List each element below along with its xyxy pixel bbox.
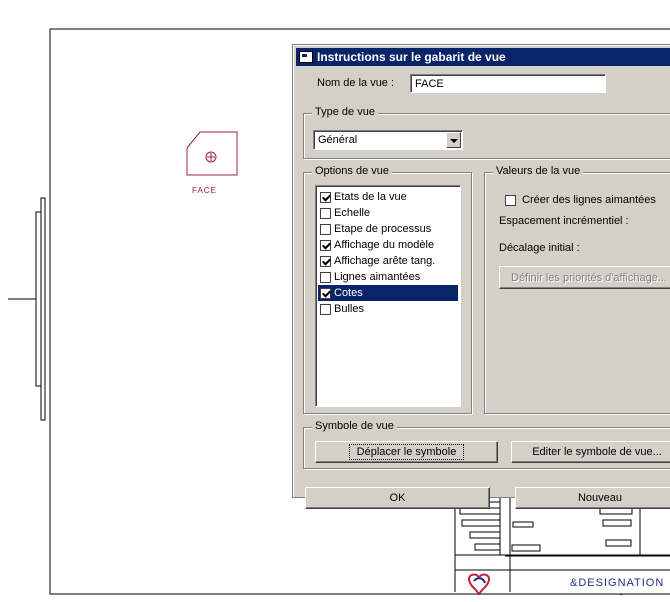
create-snap-lines-label: Créer des lignes aimantées bbox=[522, 194, 656, 206]
view-type-value: Général bbox=[318, 134, 358, 146]
checkbox-icon[interactable] bbox=[505, 194, 516, 206]
checkbox-icon[interactable] bbox=[320, 287, 331, 299]
view-values-group: Valeurs de la vue bbox=[484, 165, 670, 414]
view-name-label: Nom de la vue : bbox=[317, 77, 395, 89]
chevron-down-icon[interactable] bbox=[446, 132, 461, 148]
view-values-group-title: Valeurs de la vue bbox=[493, 165, 584, 177]
move-symbol-label: Déplacer le symbole bbox=[348, 444, 465, 460]
checkbox-icon[interactable] bbox=[320, 255, 331, 267]
option-affichage-du-modele[interactable]: Affichage du modèle bbox=[318, 237, 458, 253]
define-display-priorities-button[interactable]: Définir les priorités d'affichage... bbox=[499, 266, 670, 289]
initial-offset-label: Décalage initial : bbox=[499, 242, 580, 254]
checkbox-icon[interactable] bbox=[320, 239, 331, 251]
checkbox-icon[interactable] bbox=[320, 191, 331, 203]
checkbox-icon[interactable] bbox=[320, 303, 331, 315]
view-symbol[interactable]: FACE bbox=[186, 131, 238, 195]
view-options-list[interactable]: Etats de la vue Echelle Etape de process… bbox=[315, 185, 461, 407]
option-label: Lignes aimantées bbox=[334, 271, 421, 283]
checkbox-icon[interactable] bbox=[320, 271, 331, 283]
edit-view-symbol-label: Editer le symbole de vue... bbox=[532, 446, 662, 458]
new-label: Nouveau bbox=[577, 492, 623, 504]
option-label: Echelle bbox=[334, 207, 371, 219]
option-affichage-arete-tang[interactable]: Affichage arête tang. bbox=[318, 253, 458, 269]
designation-field: &DESIGNATION bbox=[570, 577, 665, 589]
view-options-group-title: Options de vue bbox=[312, 165, 392, 177]
option-label: Cotes bbox=[334, 287, 363, 299]
option-label: Bulles bbox=[334, 303, 364, 315]
edit-view-symbol-button[interactable]: Editer le symbole de vue... bbox=[511, 441, 670, 463]
option-cotes[interactable]: Cotes bbox=[318, 285, 458, 301]
designation-dash: - bbox=[620, 590, 623, 599]
window-icon bbox=[299, 51, 313, 63]
option-etape-de-processus[interactable]: Etape de processus bbox=[318, 221, 458, 237]
ok-label: OK bbox=[389, 492, 406, 504]
option-label: Affichage du modèle bbox=[334, 239, 435, 251]
dialog-titlebar[interactable]: Instructions sur le gabarit de vue bbox=[296, 48, 670, 66]
new-button[interactable]: Nouveau bbox=[515, 487, 670, 509]
view-symbol-group-title: Symbole de vue bbox=[312, 420, 397, 432]
checkbox-icon[interactable] bbox=[320, 223, 331, 235]
incremental-spacing-label: Espacement incrémentiel : bbox=[499, 215, 629, 227]
create-snap-lines-checkbox[interactable]: Créer des lignes aimantées bbox=[505, 194, 656, 206]
option-label: Etats de la vue bbox=[334, 191, 407, 203]
view-symbol-icon bbox=[186, 131, 238, 176]
view-name-input[interactable]: FACE bbox=[410, 74, 606, 93]
option-label: Affichage arête tang. bbox=[334, 255, 436, 267]
view-type-select[interactable]: Général bbox=[313, 130, 463, 150]
view-symbol-label: FACE bbox=[192, 186, 217, 195]
option-bulles[interactable]: Bulles bbox=[318, 301, 458, 317]
option-etats-de-la-vue[interactable]: Etats de la vue bbox=[318, 189, 458, 205]
ok-button[interactable]: OK bbox=[305, 487, 490, 509]
view-type-group-title: Type de vue bbox=[312, 106, 378, 118]
checkbox-icon[interactable] bbox=[320, 207, 331, 219]
company-logo bbox=[465, 571, 493, 597]
view-template-dialog: Instructions sur le gabarit de vue Nom d… bbox=[292, 44, 670, 509]
option-lignes-aimantees[interactable]: Lignes aimantées bbox=[318, 269, 458, 285]
define-display-priorities-label: Définir les priorités d'affichage... bbox=[511, 271, 667, 284]
option-echelle[interactable]: Echelle bbox=[318, 205, 458, 221]
move-symbol-button[interactable]: Déplacer le symbole bbox=[315, 441, 498, 463]
dialog-title: Instructions sur le gabarit de vue bbox=[317, 50, 506, 64]
option-label: Etape de processus bbox=[334, 223, 432, 235]
